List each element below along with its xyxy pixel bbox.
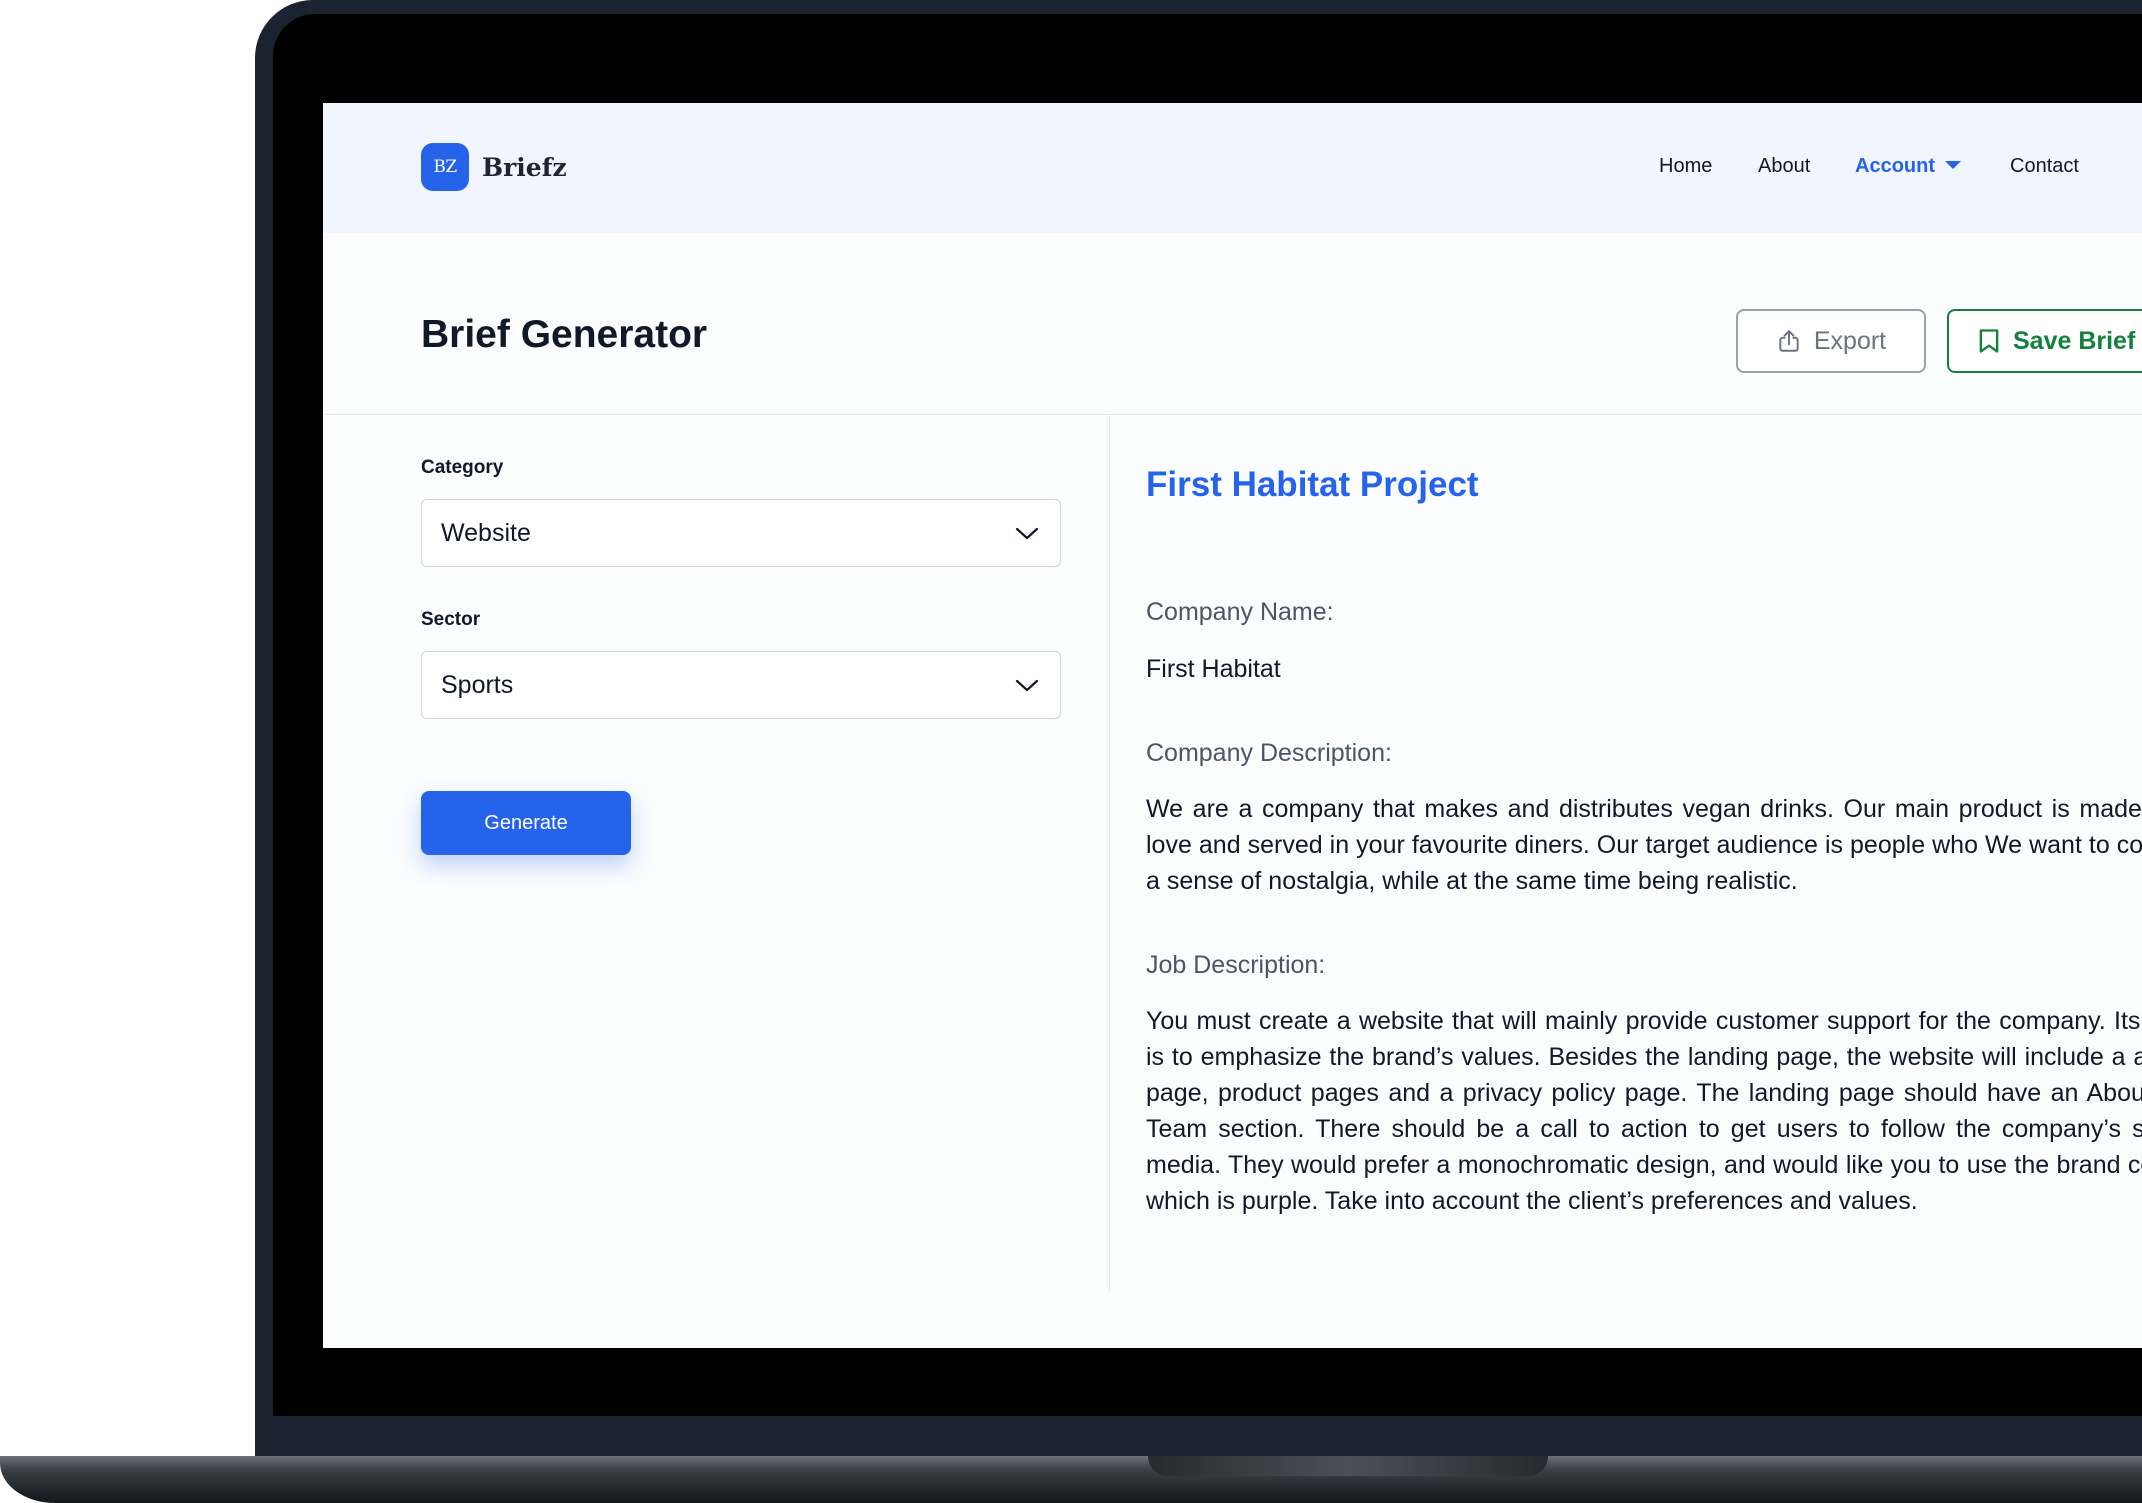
laptop-base <box>0 1456 2142 1503</box>
nav-account[interactable]: Account <box>1855 155 1961 178</box>
app-screen: BZ Briefz Home About Account Contact Bri… <box>323 103 2142 1348</box>
export-button[interactable]: Export <box>1736 309 1926 373</box>
save-brief-label: Save Brief <box>2013 326 2136 355</box>
job-description-label: Job Description: <box>1146 951 1326 979</box>
save-brief-button[interactable]: Save Brief <box>1947 309 2142 373</box>
nav-contact[interactable]: Contact <box>2010 155 2079 178</box>
brief-title: First Habitat Project <box>1146 465 1479 504</box>
chevron-down-icon <box>1014 674 1040 703</box>
nav-about[interactable]: About <box>1758 155 1810 178</box>
chevron-down-icon <box>1014 522 1040 551</box>
category-select[interactable]: Website <box>421 499 1061 567</box>
category-value: Website <box>441 518 531 547</box>
sector-label: Sector <box>421 609 481 630</box>
category-label: Category <box>421 457 504 478</box>
export-label: Export <box>1813 326 1887 355</box>
nav-account-label: Account <box>1855 155 1935 177</box>
company-name-label: Company Name: <box>1146 598 1334 626</box>
generate-button[interactable]: Generate <box>421 791 631 855</box>
header-divider <box>323 414 2142 415</box>
sector-value: Sports <box>441 670 514 699</box>
panel-divider <box>1109 415 1110 1291</box>
bookmark-icon <box>1977 327 2001 355</box>
logo[interactable]: BZ Briefz <box>421 143 567 191</box>
laptop-notch <box>1148 1456 1548 1476</box>
sector-select[interactable]: Sports <box>421 651 1061 719</box>
upload-icon <box>1776 328 1802 354</box>
logo-mark: BZ <box>421 143 469 191</box>
company-description-label: Company Description: <box>1146 739 1392 767</box>
page-title: Brief Generator <box>421 313 708 356</box>
caret-down-icon <box>1945 161 1961 169</box>
navbar: BZ Briefz Home About Account Contact <box>323 103 2142 233</box>
nav-home[interactable]: Home <box>1659 155 1712 178</box>
company-name-value: First Habitat <box>1146 655 1281 683</box>
job-description-text: You must create a website that will main… <box>1146 1007 2142 1215</box>
company-description-text: We are a company that makes and distribu… <box>1146 795 2142 895</box>
logo-name: Briefz <box>482 152 567 182</box>
